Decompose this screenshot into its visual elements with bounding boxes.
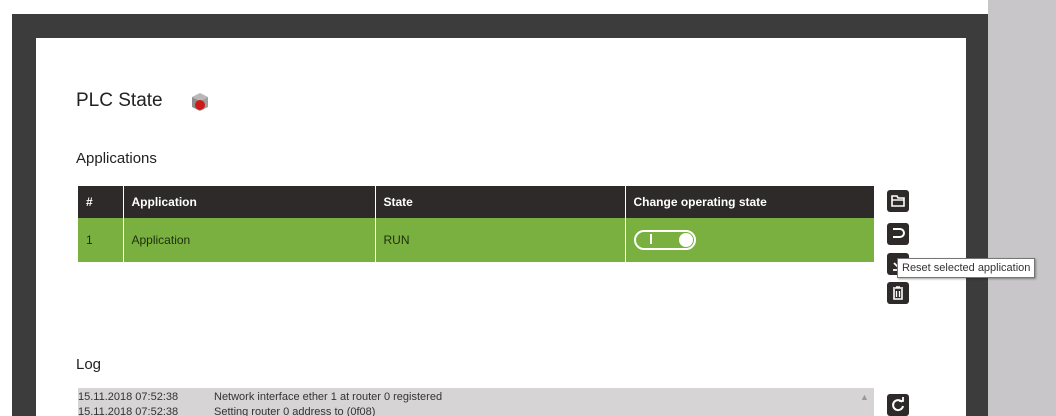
reset-application-button[interactable] [887,223,909,245]
return-icon [893,228,905,240]
table-header-row: # Application State Change operating sta… [78,186,874,218]
cell-application: Application [123,218,376,262]
delete-application-button[interactable] [887,282,909,304]
page-title: PLC State [76,90,163,111]
toggle-knob [678,233,693,247]
folder-icon [891,195,905,207]
column-header-index: # [78,186,124,218]
log-message: Network interface ether 1 at router 0 re… [214,391,443,403]
background-gray-area [988,0,1056,416]
open-application-button[interactable] [887,190,909,212]
log-message: Setting router 0 address to (0f08) [214,406,376,416]
toggle-on-mark [649,234,652,244]
column-header-change-state: Change operating state [625,186,874,218]
reset-tooltip: Reset selected application [897,258,1036,278]
log-box[interactable]: 15.11.2018 07:52:38 Network interface eth… [78,388,874,416]
plc-status-icon [187,91,213,115]
operating-state-toggle[interactable] [633,230,696,250]
cell-index: 1 [78,218,124,262]
applications-table: # Application State Change operating sta… [78,186,874,262]
cell-toggle [625,218,874,262]
column-header-state: State [375,186,626,218]
log-heading: Log [76,356,102,373]
log-scroll-up-arrow[interactable]: ▲ [860,392,869,402]
refresh-icon [892,397,904,412]
refresh-log-button[interactable] [887,394,909,416]
trash-icon [893,286,903,300]
log-line: 15.11.2018 07:52:38 Setting router 0 addr… [78,406,375,416]
log-line: 15.11.2018 07:52:38 Network interface eth… [78,391,442,403]
table-row[interactable]: 1 Application RUN [78,218,874,262]
applications-heading: Applications [76,150,157,167]
cell-state: RUN [375,218,626,262]
log-timestamp: 15.11.2018 07:52:38 [78,406,179,416]
log-timestamp: 15.11.2018 07:52:38 [78,391,179,403]
column-header-application: Application [123,186,376,218]
